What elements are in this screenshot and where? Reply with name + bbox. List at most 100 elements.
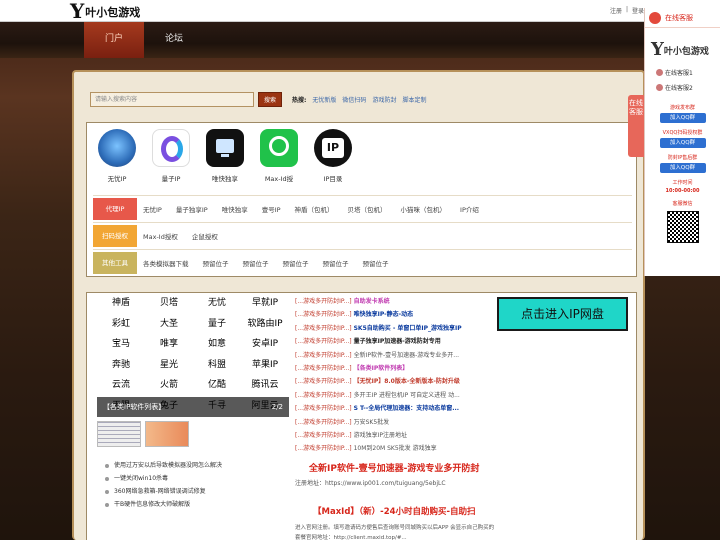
category-tag[interactable]: 其他工具 [93,251,137,274]
service-agent-1[interactable]: 在线客服1 [645,68,720,77]
hot-link-wuyou[interactable]: 无忧新版 [312,95,336,104]
cat-link[interactable]: 神盾（包机） [295,204,334,214]
category-tag[interactable]: 代理IP [93,197,137,220]
divider: | [626,6,629,13]
list-item[interactable]: 使用过万安以后导致模拟器没网怎么解决 [105,459,222,472]
join-qq-group-button[interactable]: 加入QQ群 [659,138,706,148]
cat-link[interactable]: 各类模拟器下载 [143,258,189,268]
join-qq-group-button[interactable]: 加入QQ群 [659,163,706,173]
news-item[interactable]: [...游戏多开防封IP...] 【无忧IP】8.0版本-全新版本-防封升级 [295,375,491,388]
cat-link[interactable]: Max-Id授权 [143,231,178,241]
news-item[interactable]: [...游戏多开防封IP...] 全新IP软件-壹号加速器-游戏专业多开... [295,349,491,362]
software-name: 彩虹 [111,318,130,329]
list-item[interactable]: 干B硬件信息修改大师破解版 [105,498,222,511]
app-label: Max-Id授 [264,175,294,183]
search-bar: 请输入搜索内容 搜索 热搜: 无忧新版 微信扫码 游戏防封 脚本定制 [90,90,426,108]
software-name: 星光 [159,359,178,370]
online-service-tab[interactable]: 在线客服 [628,95,644,157]
software-name: 腾讯云 [251,380,279,390]
hot-link-anti-ban[interactable]: 游戏防封 [372,95,396,104]
service-avatar-icon [649,11,661,24]
news-item[interactable]: [...游戏多开防封IP...] 【各类IP软件列表】 [295,362,491,375]
news-prefix: [...游戏多开防封IP...] [295,311,352,319]
news-title: SK5自助购买 - 单窗口单IP_游戏独享IP [353,324,462,332]
app-ip-directory[interactable]: IP IP目录 [305,129,361,183]
main-content: 请输入搜索内容 搜索 热搜: 无忧新版 微信扫码 游戏防封 脚本定制 无忧IP … [72,70,645,540]
cat-link[interactable]: 壹号IP [262,204,281,214]
thumbnail-row [97,421,189,447]
slider-caption[interactable]: 【各类IP软件列表】 [97,397,289,417]
news-title: S T--全局代理加速器：支持动态单窗... [353,405,460,413]
hot-link-wechat-scan[interactable]: 微信扫码 [342,95,366,104]
cat-link[interactable]: 企鼠授权 [192,231,218,241]
slider-page: 2/2 [271,403,283,411]
app-list: 无忧IP 量子IP 唯快独享 Max-Id授 IP IP目录 [87,123,636,193]
cat-link[interactable]: 预留位子 [363,258,389,268]
news-item[interactable]: [...游戏多开防封IP...] SK5自助购买 - 单窗口单IP_游戏独享IP [295,322,491,335]
service-agent-2[interactable]: 在线客服2 [645,83,720,92]
cat-link[interactable]: 预留位子 [323,258,349,268]
news-item[interactable]: [...游戏多开防封IP...] 自助发卡系统 [295,295,491,308]
wuyou-ip-icon [98,129,136,167]
maxid-headline[interactable]: 【MaxId】（新）-24小时自助购买-自助扫 [313,505,476,517]
category-tag[interactable]: 扫码授权 [93,224,137,247]
login-link[interactable]: 登录 [632,6,644,15]
app-label: 唯快独享 [212,175,238,183]
service-panel: 在线客服 Y 叶小包游戏 在线客服1 在线客服2 游戏发布群 加入QQ群 VXQ… [644,8,720,276]
cat-link[interactable]: 贝塔（包机） [348,204,387,214]
featured-headline[interactable]: 全新IP软件-壹号加速器-游戏专业多开防封 [309,461,479,474]
cat-link[interactable]: 量子独享IP [176,204,208,214]
search-button[interactable]: 搜索 [258,91,282,107]
cat-link[interactable]: 小猫咪（包机） [401,204,447,214]
software-name: 火箭 [159,380,178,390]
image-slider[interactable]: 神盾 贝塔 无忧 早就IP 彩虹 大圣 量子 软路由IP 宝马 唯享 如意 安卓IP 奔驰 星光 科盟 苹果I… [97,293,289,417]
news-list-main: [...游戏多开防封IP...] 自助发卡系统 [...游戏多开防封IP...] 唯快… [295,295,491,456]
maxid-description: 进入官网注册。填写邀请码方便售后查询账号同城购买以后APP 会显示自己购买的套餐… [295,525,495,540]
qq-group-support: 防封IP售后群 加入QQ群 [653,154,713,173]
news-list-left: 使用过万安以后导致模拟器没网怎么解决 一键关闭win10杀毒 360网络急救箱-… [105,459,222,511]
app-liangzi-ip[interactable]: 量子IP [143,129,199,183]
news-title: 自助发卡系统 [353,298,390,305]
ip-drive-banner[interactable]: 点击进入IP网盘 [497,297,628,331]
news-item[interactable]: [...游戏多开防封IP...] 量子独享IP加速器-游戏防封专用 [295,335,491,348]
app-label: 量子IP [161,175,181,183]
news-prefix: [...游戏多开防封IP...] [295,351,352,359]
app-maxid[interactable]: Max-Id授 [251,129,307,183]
cat-link[interactable]: 无忧IP [143,204,162,214]
cat-link[interactable]: 预留位子 [283,258,309,268]
app-label: 无忧IP [107,175,127,183]
hot-link-script[interactable]: 脚本定制 [402,95,426,104]
nav-portal[interactable]: 门户 [84,22,144,58]
search-input[interactable]: 请输入搜索内容 [90,91,254,107]
app-label: IP目录 [323,175,343,183]
app-weikuai[interactable]: 唯快独享 [197,129,253,183]
news-prefix: [...游戏多开防封IP...] [295,445,352,453]
news-title: 量子独享IP加速器-游戏防封专用 [353,338,441,346]
cat-link[interactable]: IP介绍 [460,204,479,214]
news-item[interactable]: [...游戏多开防封IP...] S T--全局代理加速器：支持动态单窗... [295,402,491,415]
list-item[interactable]: 360网络急救箱-网络错误调试修复 [105,485,222,498]
register-address[interactable]: 注册地址：https://www.ip001.com/tuiguang/5ebj… [295,478,446,487]
software-name: 苹果IP [251,359,279,370]
app-wuyou-ip[interactable]: 无忧IP [89,129,145,183]
news-item[interactable]: [...游戏多开防封IP...] 多开王IP 进程包机IP 可自定义进程 动... [295,389,491,402]
news-item[interactable]: [...游戏多开防封IP...] 10M到20M SK5批发 游戏独享 [295,442,491,455]
thumbnail-image[interactable] [145,421,189,447]
nav-forum[interactable]: 论坛 [144,22,204,58]
news-prefix: [...游戏多开防封IP...] [295,418,352,426]
news-prefix: [...游戏多开防封IP...] [295,324,352,332]
news-item[interactable]: [...游戏多开防封IP...] 唯快独享IP-静态-动态 [295,308,491,321]
list-item[interactable]: 一键关闭win10杀毒 [105,472,222,485]
cat-link[interactable]: 唯快独享 [222,204,248,214]
cat-link[interactable]: 预留位子 [243,258,269,268]
news-item[interactable]: [...游戏多开防封IP...] 万安SK5批发 [295,416,491,429]
site-logo[interactable]: Y 叶小包游戏 [70,1,140,21]
register-link[interactable]: 注册 [610,6,622,15]
cat-link[interactable]: 预留位子 [203,258,229,268]
work-hours-label: 工作时间 [672,180,693,186]
thumbnail-image[interactable] [97,421,141,447]
join-qq-group-button[interactable]: 加入QQ群 [659,113,706,123]
service-logo: Y 叶小包游戏 [645,41,720,59]
news-item[interactable]: [...游戏多开防封IP...] 游戏独享IP注册地址 [295,429,491,442]
software-name: 量子 [207,318,226,329]
